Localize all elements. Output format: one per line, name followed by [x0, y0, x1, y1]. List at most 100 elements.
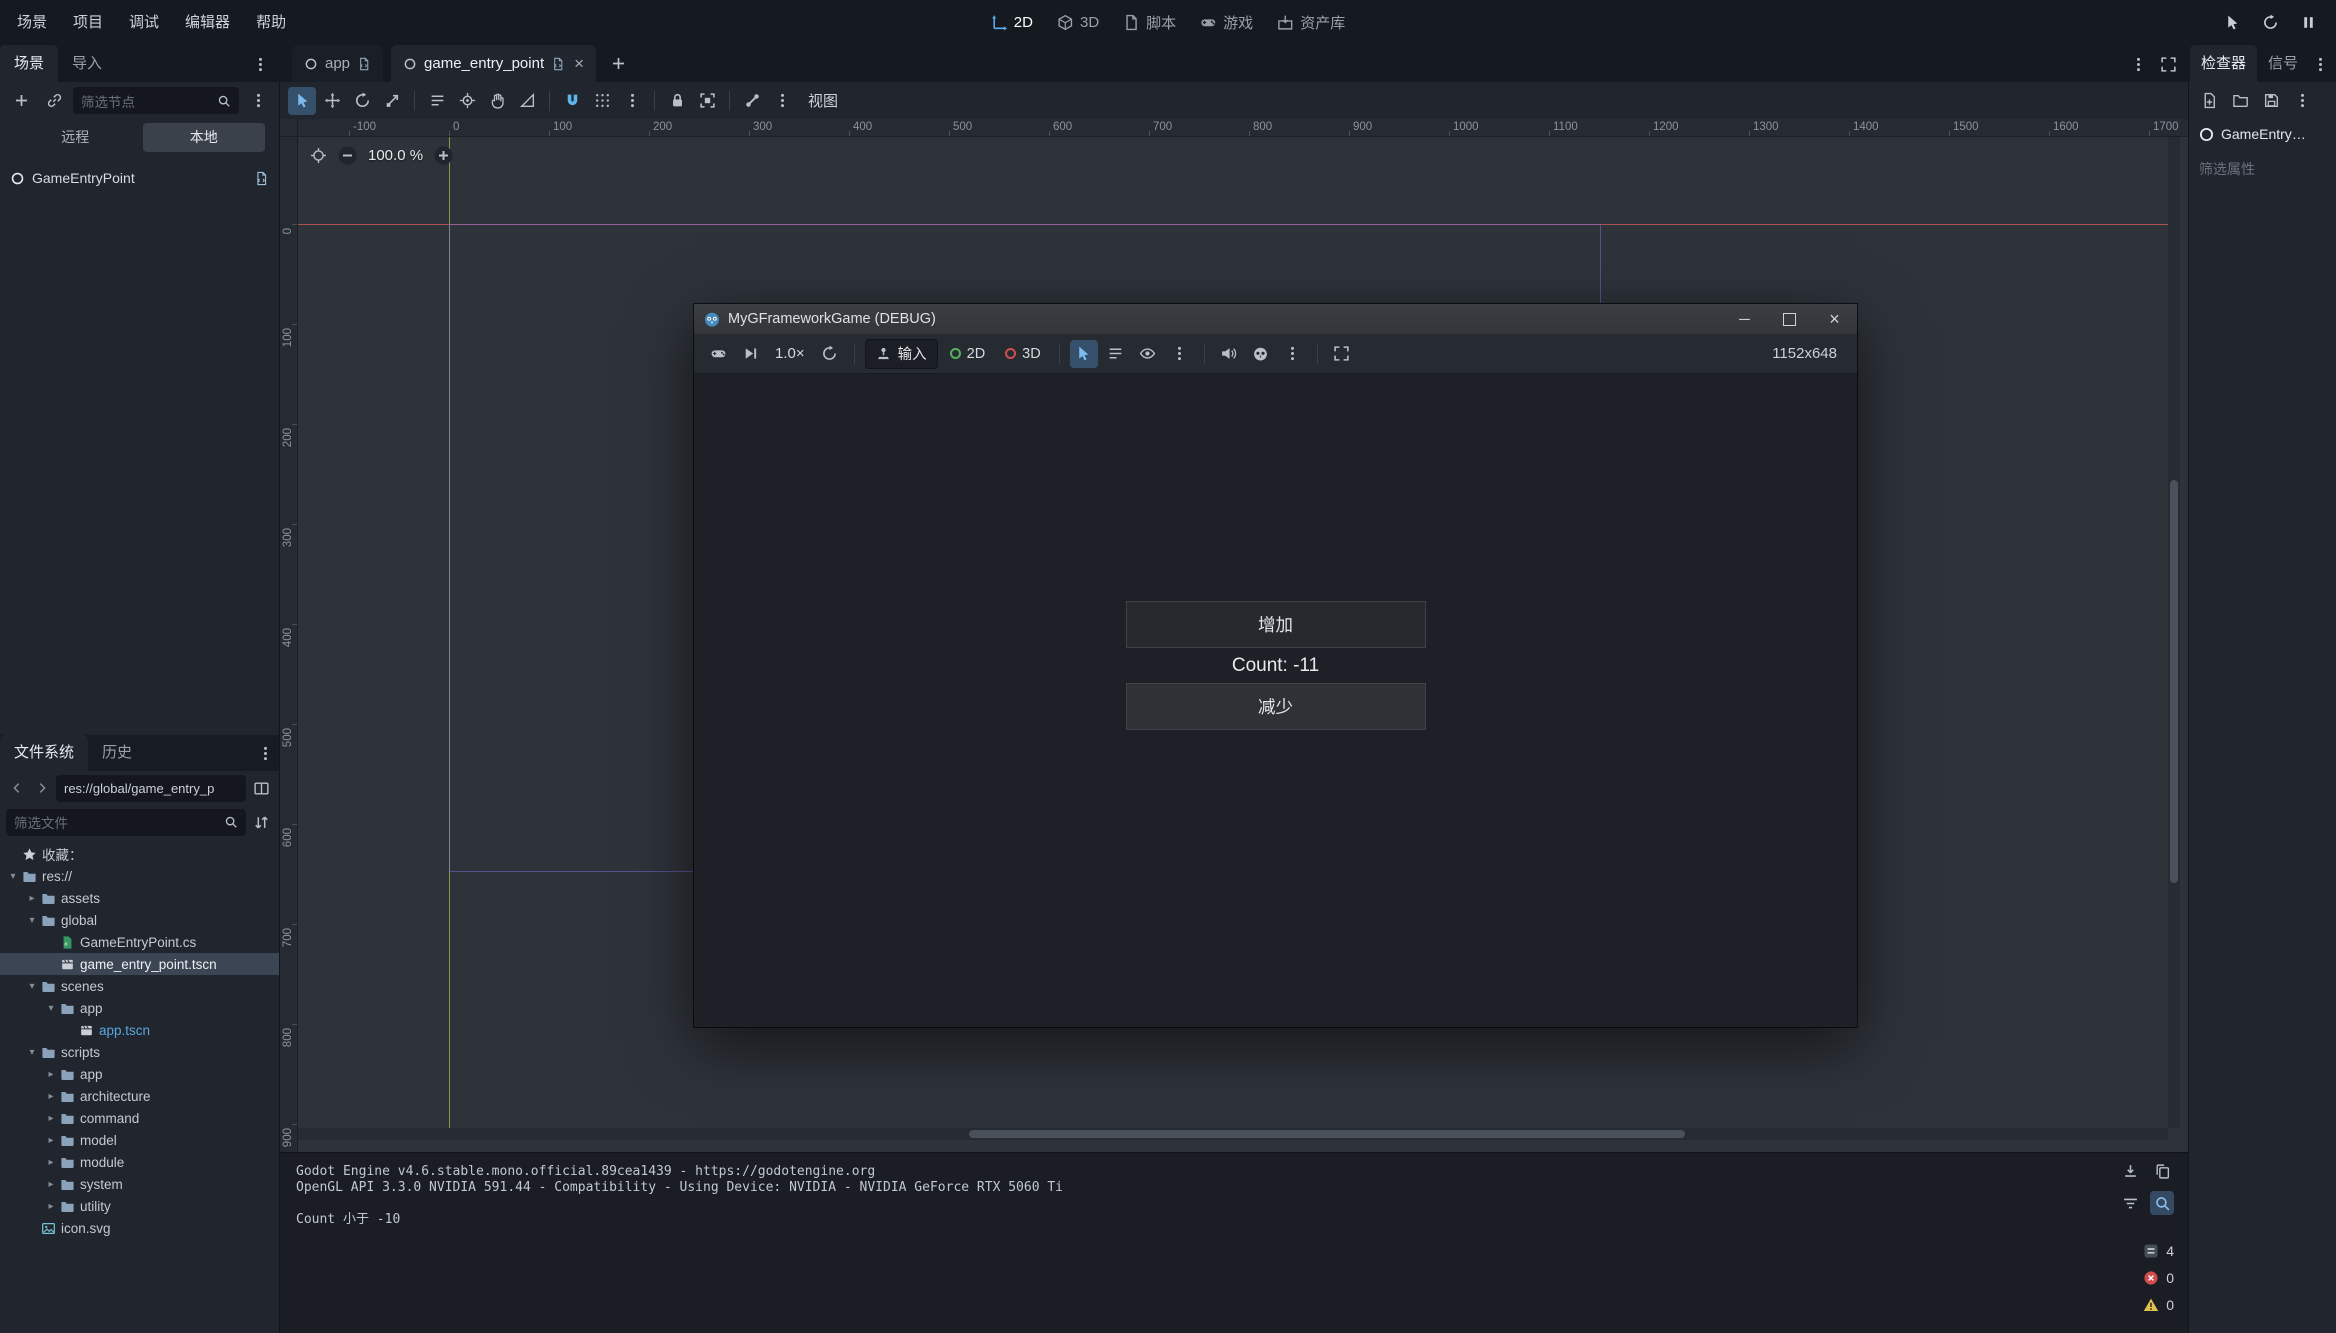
restart-icon[interactable] [2256, 9, 2284, 37]
tab-scene-dock[interactable]: 场景 [0, 45, 58, 82]
zoom-level[interactable]: 100.0 % [368, 147, 423, 164]
tab-filesystem[interactable]: 文件系统 [0, 735, 88, 771]
snap-options-icon[interactable] [618, 87, 646, 115]
scene-dock-menu-icon[interactable] [246, 50, 274, 78]
inspected-node[interactable]: GameEntryPoint [2189, 119, 2336, 149]
more-vert-icon[interactable] [768, 87, 796, 115]
tree-right-arrow-icon[interactable]: ▸ [44, 1069, 58, 1080]
game-viewport[interactable]: 增加 Count: -11 减少 [694, 374, 1857, 1027]
filter-nodes-input[interactable]: 筛选节点 [73, 87, 239, 114]
scene-tab-game-entry-point[interactable]: game_entry_point × [391, 45, 596, 82]
file-tree-item[interactable]: ▸utility [0, 1195, 279, 1217]
tree-down-arrow-icon[interactable]: ▾ [25, 981, 39, 992]
rotate-tool-icon[interactable] [348, 87, 376, 115]
scene-tab-app[interactable]: app [292, 45, 383, 82]
mute-audio-icon[interactable] [1215, 340, 1243, 368]
tree-right-arrow-icon[interactable]: ▸ [44, 1201, 58, 1212]
load-resource-icon[interactable] [2228, 89, 2252, 113]
expand-viewport-icon[interactable] [2154, 50, 2182, 78]
list-select-icon[interactable] [423, 87, 451, 115]
reset-time-scale-icon[interactable] [816, 340, 844, 368]
scene-tree-root[interactable]: GameEntryPoint [0, 164, 279, 192]
sort-files-icon[interactable] [249, 810, 273, 834]
view-center-icon[interactable] [310, 147, 327, 164]
skeleton-icon[interactable] [738, 87, 766, 115]
tree-down-arrow-icon[interactable]: ▾ [44, 1003, 58, 1014]
error-count-toggle[interactable]: 0 [2104, 1264, 2180, 1291]
debug-session-icon[interactable] [704, 340, 732, 368]
tab-import-dock[interactable]: 导入 [58, 45, 116, 82]
tree-right-arrow-icon[interactable]: ▸ [44, 1179, 58, 1190]
tree-down-arrow-icon[interactable]: ▾ [25, 1047, 39, 1058]
filesystem-menu-icon[interactable] [251, 739, 279, 767]
h-scrollbar-thumb[interactable] [969, 1130, 1685, 1138]
warning-count-toggle[interactable]: 0 [2104, 1291, 2180, 1318]
nav-forward-icon[interactable] [31, 776, 53, 800]
save-log-icon[interactable] [2118, 1159, 2142, 1183]
new-scene-tab-icon[interactable] [604, 50, 632, 78]
view-menu-button[interactable]: 视图 [796, 90, 850, 111]
copy-log-icon[interactable] [2150, 1159, 2174, 1183]
file-tree-item[interactable]: ▸app [0, 1063, 279, 1085]
select-tool-icon[interactable] [288, 87, 316, 115]
v-scrollbar-thumb[interactable] [2170, 480, 2178, 883]
file-tree-item[interactable]: game_entry_point.tscn [0, 953, 279, 975]
maximize-icon[interactable] [1767, 304, 1812, 334]
file-tree-item[interactable]: ▸module [0, 1151, 279, 1173]
nav-back-icon[interactable] [6, 776, 28, 800]
workspace-game-button[interactable]: 游戏 [1200, 12, 1253, 33]
file-tree-item[interactable]: ▾scripts [0, 1041, 279, 1063]
menu-debug[interactable]: 调试 [116, 0, 172, 45]
workspace-script-button[interactable]: 脚本 [1123, 12, 1176, 33]
close-icon[interactable]: × [572, 55, 584, 72]
mode-3d-button[interactable]: 3D [997, 346, 1049, 362]
file-tree-item[interactable]: #GameEntryPoint.cs [0, 931, 279, 953]
filter-log-icon[interactable] [2118, 1191, 2142, 1215]
split-view-icon[interactable] [249, 776, 273, 800]
scale-tool-icon[interactable] [378, 87, 406, 115]
menu-editor[interactable]: 编辑器 [172, 0, 243, 45]
increase-button[interactable]: 增加 [1126, 601, 1426, 648]
tree-right-arrow-icon[interactable]: ▸ [44, 1157, 58, 1168]
zoom-in-icon[interactable] [433, 145, 454, 166]
pan-icon[interactable] [483, 87, 511, 115]
tree-right-arrow-icon[interactable]: ▸ [44, 1091, 58, 1102]
group-icon[interactable] [693, 87, 721, 115]
h-scrollbar[interactable] [298, 1128, 2168, 1140]
workspace-2d-button[interactable]: 2D [991, 14, 1033, 31]
lock-icon[interactable] [663, 87, 691, 115]
local-button[interactable]: 本地 [143, 123, 266, 152]
file-tree-item[interactable]: ▾res:// [0, 865, 279, 887]
embed-options-icon[interactable] [1247, 340, 1275, 368]
tree-right-arrow-icon[interactable]: ▸ [44, 1113, 58, 1124]
remote-button[interactable]: 远程 [14, 123, 137, 152]
search-log-icon[interactable] [2150, 1191, 2174, 1215]
minimize-icon[interactable]: ─ [1722, 304, 1767, 334]
move-tool-icon[interactable] [318, 87, 346, 115]
file-tree-item[interactable]: ▸assets [0, 887, 279, 909]
pick-node-icon[interactable] [2218, 9, 2246, 37]
mode-2d-button[interactable]: 2D [942, 346, 994, 362]
path-input[interactable]: res://global/game_entry_p [56, 775, 246, 802]
tree-right-arrow-icon[interactable]: ▸ [44, 1135, 58, 1146]
v-scrollbar[interactable] [2168, 137, 2180, 1128]
file-tree-item[interactable]: ▾app [0, 997, 279, 1019]
select-options-icon[interactable] [1166, 340, 1194, 368]
file-tree-item[interactable]: ▾scenes [0, 975, 279, 997]
decrease-button[interactable]: 减少 [1126, 683, 1426, 730]
tree-down-arrow-icon[interactable]: ▾ [25, 915, 39, 926]
node-list-icon[interactable] [1102, 340, 1130, 368]
tab-inspector[interactable]: 检查器 [2190, 45, 2257, 82]
new-resource-icon[interactable] [2197, 89, 2221, 113]
more-options-icon[interactable] [1279, 340, 1307, 368]
scene-tree-menu-icon[interactable] [244, 87, 272, 115]
pause-icon[interactable] [2294, 9, 2322, 37]
filter-files-input[interactable]: 筛选文件 [6, 809, 246, 836]
file-tree-item[interactable]: 收藏： [0, 843, 279, 865]
visibility-icon[interactable] [1134, 340, 1162, 368]
ruler-horizontal[interactable]: -100010020030040050060070080090010001100… [280, 119, 2188, 137]
time-scale-label[interactable]: 1.0× [768, 345, 812, 362]
file-tree-item[interactable]: ▸system [0, 1173, 279, 1195]
next-frame-icon[interactable] [736, 340, 764, 368]
zoom-out-icon[interactable] [337, 145, 358, 166]
